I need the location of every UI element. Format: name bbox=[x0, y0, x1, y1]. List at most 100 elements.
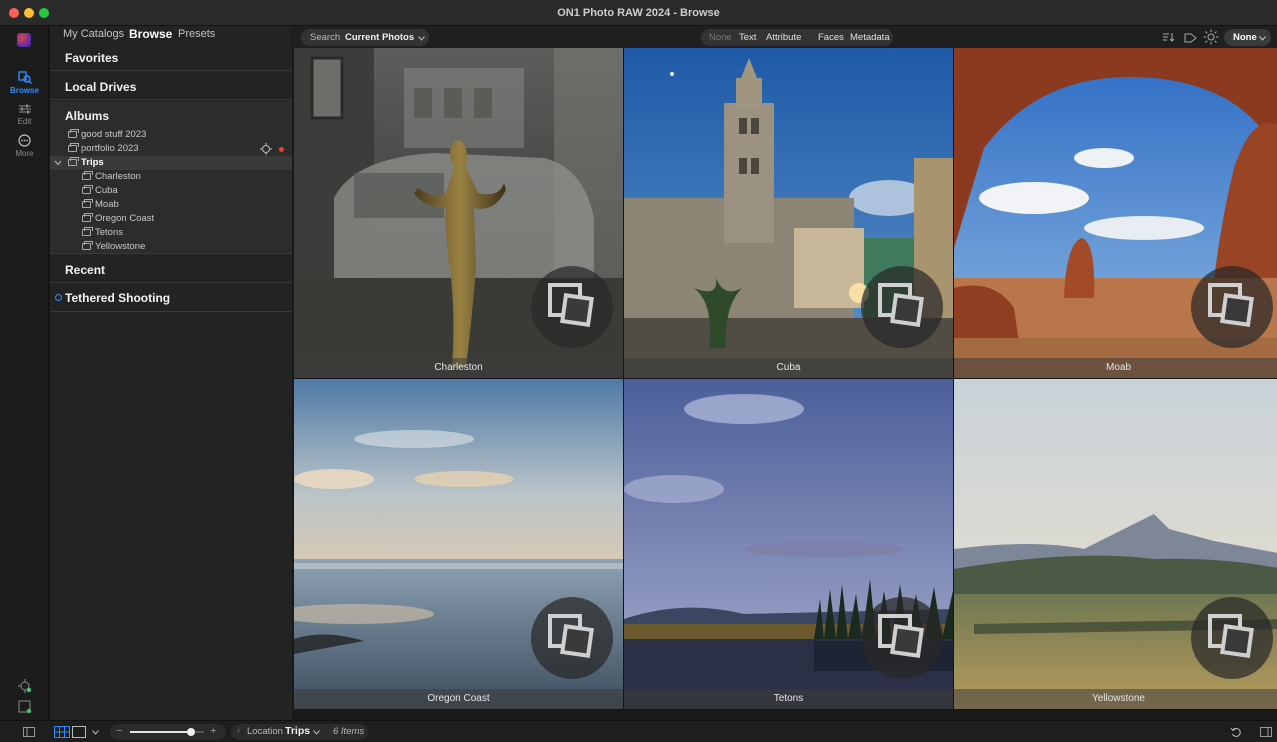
sort-dropdown[interactable]: None bbox=[1224, 29, 1271, 46]
rail-more[interactable]: More bbox=[0, 134, 49, 158]
back-chevron-icon[interactable]: ‹ bbox=[237, 725, 240, 736]
album-item[interactable]: Cuba bbox=[50, 184, 292, 198]
slider-fill bbox=[130, 731, 191, 733]
search-scope-value: Current Photos bbox=[345, 32, 415, 43]
sort-value: None bbox=[1233, 32, 1257, 43]
chevron-down-icon bbox=[313, 730, 320, 735]
chevron-down-icon[interactable] bbox=[54, 159, 62, 167]
filter-toolbar: Search Current Photos None Text Attribut… bbox=[293, 26, 1277, 48]
target-icon[interactable] bbox=[260, 143, 272, 155]
album-stack-badge bbox=[1191, 266, 1273, 348]
tab-my-catalogs[interactable]: My Catalogs bbox=[63, 28, 124, 40]
album-stack-icon bbox=[548, 283, 594, 327]
location-pill[interactable]: ‹ Location Trips 6 Items bbox=[231, 724, 368, 740]
tab-presets[interactable]: Presets bbox=[178, 28, 215, 40]
more-icon bbox=[18, 134, 31, 147]
thumbnail-caption: Tetons bbox=[624, 689, 953, 709]
filter-tabs: None Text Attribute Faces Metadata bbox=[701, 29, 893, 46]
album-label: Tetons bbox=[95, 227, 123, 238]
album-item[interactable]: Yellowstone bbox=[50, 240, 292, 254]
albums-header[interactable]: Albums bbox=[65, 109, 109, 123]
album-item[interactable]: good stuff 2023 bbox=[50, 128, 292, 142]
album-icon bbox=[82, 213, 93, 222]
chevron-down-icon bbox=[1259, 36, 1266, 41]
album-thumbnail-tetons[interactable]: Tetons bbox=[624, 379, 953, 709]
album-item[interactable]: portfolio 2023 bbox=[50, 142, 292, 156]
filter-faces[interactable]: Faces bbox=[818, 32, 844, 43]
album-icon bbox=[82, 199, 93, 208]
location-label: Location bbox=[247, 726, 283, 737]
album-stack-badge bbox=[531, 266, 613, 348]
window-title: ON1 Photo RAW 2024 - Browse bbox=[557, 7, 720, 19]
album-icon bbox=[68, 143, 79, 152]
right-panel-toggle-icon[interactable] bbox=[1260, 727, 1272, 737]
search-label: Search bbox=[310, 32, 341, 43]
album-item[interactable]: Oregon Coast bbox=[50, 212, 292, 226]
album-label: Oregon Coast bbox=[95, 213, 155, 224]
filter-none[interactable]: None bbox=[709, 32, 732, 43]
thumbnail-caption: Cuba bbox=[624, 358, 953, 378]
lightbulb-icon[interactable] bbox=[1203, 29, 1219, 45]
album-stack-icon bbox=[878, 283, 924, 327]
filter-attribute[interactable]: Attribute bbox=[766, 32, 801, 43]
rail-edit[interactable]: Edit bbox=[0, 103, 49, 126]
search-scope-dropdown[interactable]: Search Current Photos bbox=[301, 29, 429, 46]
tethered-header: Tethered Shooting bbox=[65, 291, 171, 305]
local-drives-header: Local Drives bbox=[65, 80, 137, 94]
tab-browse[interactable]: Browse bbox=[129, 27, 172, 41]
thumbnail-caption: Yellowstone bbox=[954, 689, 1277, 709]
zoom-out-icon[interactable]: − bbox=[116, 725, 122, 737]
album-thumbnail-moab[interactable]: Moab bbox=[954, 48, 1277, 378]
filter-metadata[interactable]: Metadata bbox=[850, 32, 890, 43]
album-thumbnail-cuba[interactable]: Cuba bbox=[624, 48, 953, 378]
tethered-section[interactable]: Tethered Shooting bbox=[50, 283, 292, 312]
app-logo bbox=[17, 33, 31, 47]
panel-toggle-icon[interactable] bbox=[23, 727, 35, 737]
album-item[interactable]: Moab bbox=[50, 198, 292, 212]
chevron-down-icon[interactable] bbox=[92, 730, 99, 735]
album-label: Cuba bbox=[95, 185, 118, 196]
album-stack-icon bbox=[548, 614, 594, 658]
album-stack-icon bbox=[1208, 283, 1254, 327]
album-thumbnail-oregon-coast[interactable]: Oregon Coast bbox=[294, 379, 623, 709]
import-icon[interactable] bbox=[18, 700, 32, 714]
album-label: Moab bbox=[95, 199, 119, 210]
album-item-trips[interactable]: Trips bbox=[50, 156, 292, 170]
title-bar: ON1 Photo RAW 2024 - Browse bbox=[0, 0, 1277, 26]
browse-icon bbox=[17, 71, 32, 84]
sort-icon[interactable] bbox=[1163, 32, 1175, 42]
album-icon bbox=[82, 227, 93, 236]
album-icon bbox=[82, 185, 93, 194]
undo-icon[interactable] bbox=[1230, 726, 1242, 738]
zoom-in-icon[interactable]: + bbox=[210, 725, 216, 737]
album-icon bbox=[68, 129, 79, 138]
thumbnail-caption: Oregon Coast bbox=[294, 689, 623, 709]
rail-edit-label: Edit bbox=[17, 117, 32, 126]
location-value: Trips bbox=[285, 725, 311, 737]
slider-knob[interactable] bbox=[186, 728, 195, 736]
filter-text[interactable]: Text bbox=[739, 32, 756, 43]
browse-panel: My Catalogs Browse Presets Favorites Loc… bbox=[50, 26, 292, 720]
album-item[interactable]: Charleston bbox=[50, 170, 292, 184]
album-label: Yellowstone bbox=[95, 241, 146, 252]
tag-icon[interactable] bbox=[1184, 32, 1197, 43]
album-label: good stuff 2023 bbox=[81, 129, 147, 140]
recent-section[interactable]: Recent bbox=[50, 254, 292, 283]
rail-browse[interactable]: Browse bbox=[0, 70, 49, 95]
local-drives-section[interactable]: Local Drives bbox=[50, 71, 292, 100]
detail-view-icon[interactable] bbox=[72, 726, 86, 738]
album-stack-icon bbox=[878, 614, 924, 658]
status-bar: − + ‹ Location Trips 6 Items bbox=[0, 720, 1277, 742]
tether-status-icon[interactable] bbox=[18, 679, 32, 693]
thumbnail-size-slider[interactable]: − + bbox=[110, 724, 226, 740]
album-thumbnail-yellowstone[interactable]: Yellowstone bbox=[954, 379, 1277, 709]
item-count: 6 Items bbox=[333, 726, 365, 737]
tethered-status-icon bbox=[55, 294, 62, 301]
album-stack-badge bbox=[531, 597, 613, 679]
album-thumbnail-charleston[interactable]: Charleston bbox=[294, 48, 623, 378]
album-stack-icon bbox=[1208, 614, 1254, 658]
albums-section: Albums good stuff 2023 portfolio 2023 Tr… bbox=[50, 101, 292, 254]
album-item[interactable]: Tetons bbox=[50, 226, 292, 240]
grid-view-icon[interactable] bbox=[54, 726, 70, 738]
favorites-section[interactable]: Favorites bbox=[50, 44, 292, 71]
